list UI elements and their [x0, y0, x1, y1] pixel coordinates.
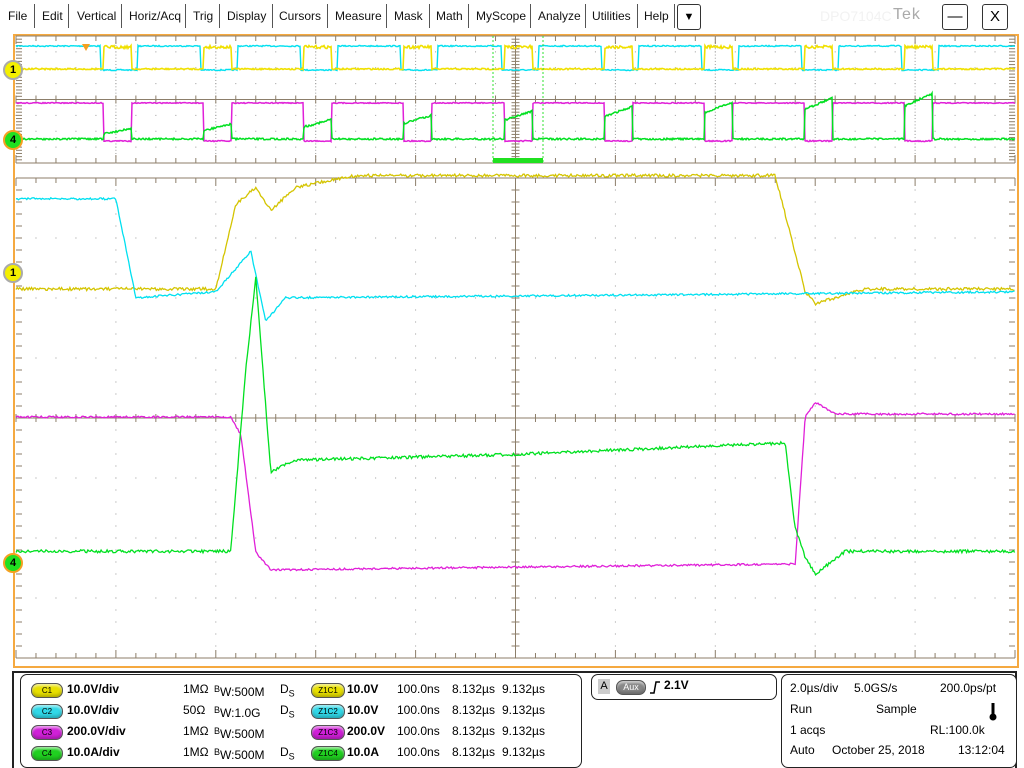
- channel-impedance: 1MΩ: [183, 722, 209, 740]
- rising-edge-icon: [648, 679, 662, 695]
- zoom-start: 8.132µs: [452, 722, 495, 740]
- zoom-graticule: [16, 178, 1016, 659]
- bw-value: 500M: [234, 685, 264, 699]
- channel-pill[interactable]: C4: [31, 746, 63, 761]
- acq-mode: Sample: [876, 700, 917, 718]
- marker-label: 4: [10, 134, 16, 146]
- zoom-channel-pill[interactable]: Z1C3: [311, 725, 345, 740]
- ds-sub: S: [289, 751, 295, 761]
- bw-value: 500M: [234, 748, 264, 762]
- trigger-mode: Auto: [790, 741, 815, 759]
- record-length: RL:100.0k: [930, 721, 985, 739]
- channel-bandwidth: BW:500M: [214, 722, 265, 740]
- zoom-start: 8.132µs: [452, 701, 495, 719]
- ds-sub: S: [289, 709, 295, 719]
- channel-impedance: 1MΩ: [183, 680, 209, 698]
- channel-scale[interactable]: 10.0V/div: [67, 701, 119, 719]
- marker-label: 1: [10, 64, 16, 76]
- channel-impedance: 1MΩ: [183, 743, 209, 761]
- zoom-time-div: 100.0ns: [397, 680, 440, 698]
- resolution: 200.0ps/pt: [940, 679, 996, 697]
- ds-sub: S: [289, 688, 295, 698]
- dc-sense-indicator: DS: [280, 680, 295, 698]
- sample-rate: 5.0GS/s: [854, 679, 897, 697]
- zoom-time-div: 100.0ns: [397, 701, 440, 719]
- zoom-scale: 10.0V: [347, 701, 378, 719]
- trigger-position-marker[interactable]: [82, 44, 90, 51]
- acq-count: 1 acqs: [790, 721, 825, 739]
- zoom-end: 9.132µs: [502, 701, 545, 719]
- channel-scale[interactable]: 10.0A/div: [67, 743, 120, 761]
- channel-scale[interactable]: 200.0V/div: [67, 722, 126, 740]
- waveform-display[interactable]: [0, 0, 1024, 768]
- date: October 25, 2018: [832, 741, 925, 759]
- bw-prefix: W:: [220, 727, 234, 741]
- zoom-scale: 200.0V: [347, 722, 385, 740]
- channel-bandwidth: BW:500M: [214, 743, 265, 761]
- overview-graticule: [16, 36, 1016, 164]
- channel-pill[interactable]: C3: [31, 725, 63, 740]
- run-state: Run: [790, 700, 812, 718]
- trigger-settings-box[interactable]: A Aux 2.1V: [591, 674, 777, 700]
- zoom-start: 8.132µs: [452, 743, 495, 761]
- marker-label: 4: [10, 557, 16, 569]
- zoom-time-div: 100.0ns: [397, 722, 440, 740]
- zoom-channel-pill[interactable]: Z1C2: [311, 704, 345, 719]
- channel-pill[interactable]: C2: [31, 704, 63, 719]
- channel-impedance: 50Ω: [183, 701, 205, 719]
- trigger-level: 2.1V: [664, 678, 689, 692]
- bw-value: 500M: [234, 727, 264, 741]
- channel-bandwidth: BW:500M: [214, 680, 265, 698]
- acquisition-box[interactable]: 2.0µs/div 5.0GS/s 200.0ps/pt Run Sample …: [781, 674, 1017, 768]
- time-per-div: 2.0µs/div: [790, 679, 838, 697]
- zoom-start: 8.132µs: [452, 680, 495, 698]
- zoom-channel-pill[interactable]: Z1C1: [311, 683, 345, 698]
- channel-bandwidth: BW:1.0G: [214, 701, 260, 719]
- overview-ch1-ref-marker[interactable]: 1: [3, 60, 23, 80]
- zoom-end: 9.132µs: [502, 722, 545, 740]
- channel-scale[interactable]: 10.0V/div: [67, 680, 119, 698]
- zoom-end: 9.132µs: [502, 743, 545, 761]
- thermometer-icon: [988, 702, 998, 722]
- ds-label: D: [280, 682, 289, 696]
- bw-prefix: W:: [220, 685, 234, 699]
- zoom-window-bar: [493, 158, 543, 163]
- zoom-scale: 10.0V: [347, 680, 378, 698]
- channel-pill[interactable]: C1: [31, 683, 63, 698]
- ds-label: D: [280, 703, 289, 717]
- trigger-source-pill: Aux: [616, 680, 646, 695]
- bw-value: 1.0G: [234, 706, 260, 720]
- trigger-letter: A: [598, 679, 610, 694]
- zoom-scale: 10.0A: [347, 743, 379, 761]
- ds-label: D: [280, 745, 289, 759]
- dc-sense-indicator: DS: [280, 743, 295, 761]
- main-ch1-ref-marker[interactable]: 1: [3, 263, 23, 283]
- dc-sense-indicator: DS: [280, 701, 295, 719]
- zoom-time-div: 100.0ns: [397, 743, 440, 761]
- time: 13:12:04: [958, 741, 1005, 759]
- overview-ch4-ref-marker[interactable]: 4: [3, 130, 23, 150]
- zoom-end: 9.132µs: [502, 680, 545, 698]
- bw-prefix: W:: [220, 706, 234, 720]
- main-ch4-ref-marker[interactable]: 4: [3, 553, 23, 573]
- marker-label: 1: [10, 267, 16, 279]
- bw-prefix: W:: [220, 748, 234, 762]
- zoom-channel-pill[interactable]: Z1C4: [311, 746, 345, 761]
